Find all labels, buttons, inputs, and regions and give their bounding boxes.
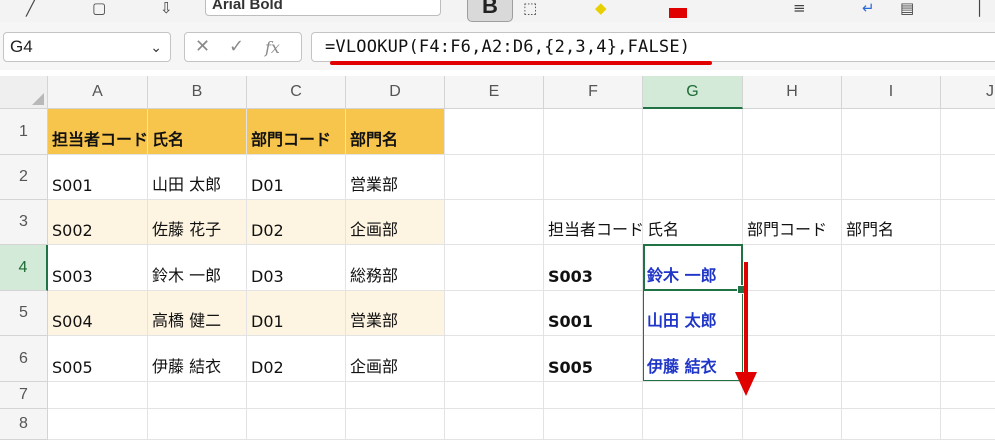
spill-arrow-head	[735, 372, 757, 396]
annotation-layer	[735, 262, 757, 396]
